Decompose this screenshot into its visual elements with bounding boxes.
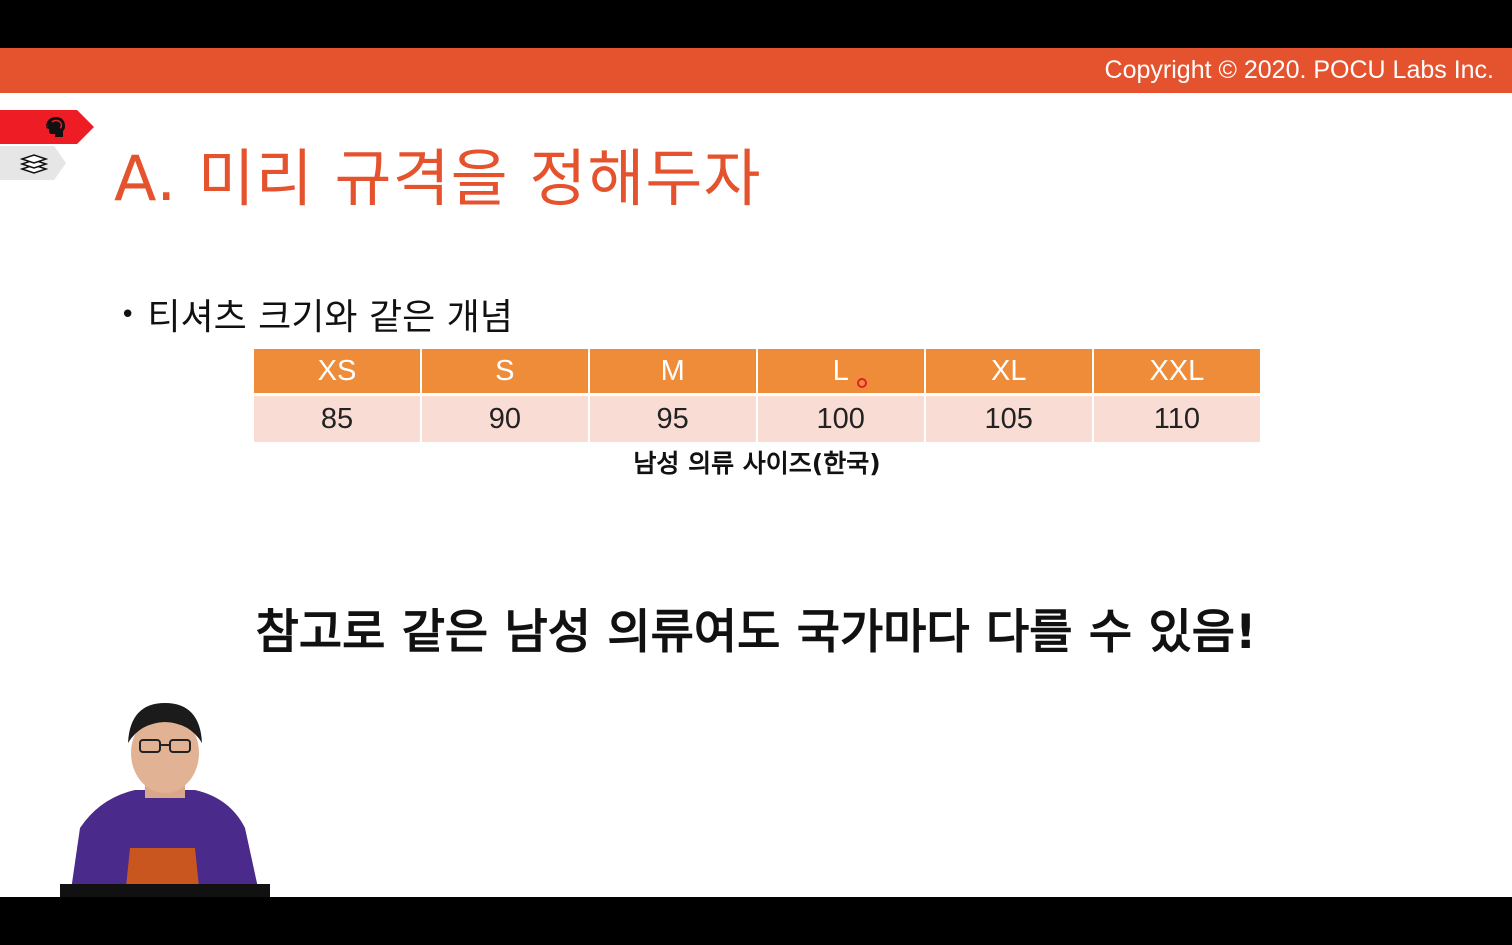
presenter-video (60, 698, 270, 897)
size-value-cell: 85 (254, 396, 420, 442)
copyright-text: Copyright © 2020. POCU Labs Inc. (1104, 56, 1494, 84)
table-caption: 남성 의류 사이즈(한국) (633, 449, 881, 478)
size-value-cell: 100 (757, 396, 924, 442)
size-header-cell: XS (254, 349, 420, 396)
size-header-cell: S (421, 349, 588, 396)
brain-head-icon (46, 117, 65, 137)
bottom-letterbox (0, 897, 1512, 945)
slide: Copyright © 2020. POCU Labs Inc. A. 미리 규… (0, 48, 1512, 897)
size-header-cell: XL (925, 349, 1092, 396)
top-banner: Copyright © 2020. POCU Labs Inc. (0, 48, 1512, 93)
size-header-cell: XXL (1093, 349, 1260, 396)
slide-title: A. 미리 규격을 정해두자 (114, 142, 762, 215)
size-header-row: XS S M L XL XXL (254, 349, 1260, 396)
emphasis-note: 참고로 같은 남성 의류여도 국가마다 다를 수 있음! (255, 605, 1257, 660)
bullet-dot: • (120, 300, 136, 330)
size-header-cell: L (757, 349, 924, 396)
size-value-cell: 90 (421, 396, 588, 442)
size-value-cell: 110 (1093, 396, 1260, 442)
size-value-cell: 105 (925, 396, 1092, 442)
book-tab[interactable] (0, 146, 66, 180)
size-table: XS S M L XL XXL 85 90 95 100 105 110 (252, 349, 1262, 442)
book-stack-icon (20, 154, 48, 174)
brain-tab[interactable] (0, 110, 94, 144)
size-value-row: 85 90 95 100 105 110 (254, 396, 1260, 442)
bullet-text: 티셔츠 크기와 같은 개념 (147, 297, 513, 338)
laser-pointer-icon (857, 378, 867, 388)
size-header-cell: M (589, 349, 756, 396)
size-value-cell: 95 (589, 396, 756, 442)
bullet-point: • 티셔츠 크기와 같은 개념 (120, 288, 513, 340)
